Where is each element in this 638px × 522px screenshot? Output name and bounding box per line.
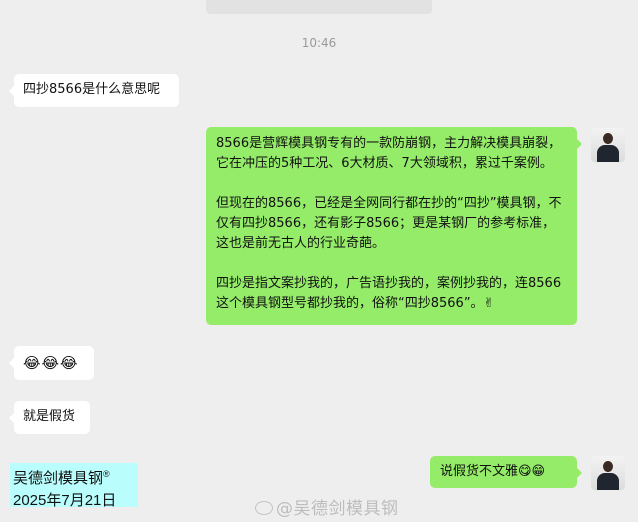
author-caption: 吴德剑模具钢® 2025年7月21日 bbox=[10, 463, 138, 509]
message-paragraph: 四抄是指文案抄我的，广告语抄我的，案例抄我的，连8566这个模具钢型号都抄我的，… bbox=[216, 276, 562, 311]
message-paragraph: 但现在的8566，已经是全网同行都在抄的“四抄”模具钢，不仅有四抄8566，还有… bbox=[216, 196, 562, 251]
caption-name: 吴德剑模具钢® bbox=[13, 469, 110, 487]
message-paragraph: 8566是营辉模具钢专有的一款防崩钢，主力解决模具崩裂，它在冲压的5种工况、6大… bbox=[216, 136, 562, 171]
received-message-bubble[interactable]: 四抄8566是什么意思呢 bbox=[9, 74, 179, 107]
previous-message-edge bbox=[206, 0, 432, 14]
message-text: 说假货不文雅😋😁 bbox=[440, 464, 546, 479]
user-avatar[interactable] bbox=[591, 128, 625, 162]
received-message-bubble[interactable]: 😂😂😂 bbox=[9, 346, 94, 380]
received-message-bubble[interactable]: 就是假货 bbox=[9, 401, 90, 434]
message-text: 四抄8566是什么意思呢 bbox=[23, 82, 161, 97]
sent-message-bubble[interactable]: 说假货不文雅😋😁 bbox=[430, 456, 582, 488]
message-text: 就是假货 bbox=[23, 409, 76, 424]
caption-date: 2025年7月21日 bbox=[13, 492, 117, 509]
watermark-text: @吴德剑模具钢 bbox=[276, 499, 399, 519]
user-avatar[interactable] bbox=[591, 456, 625, 490]
message-timestamp: 10:46 bbox=[301, 36, 337, 50]
registered-mark: ® bbox=[103, 469, 110, 479]
sent-message-bubble[interactable]: 8566是营辉模具钢专有的一款防崩钢，主力解决模具崩裂，它在冲压的5种工况、6大… bbox=[206, 127, 582, 325]
weibo-icon bbox=[255, 501, 273, 515]
laughing-emoji: 😂😂😂 bbox=[23, 354, 79, 372]
watermark: @吴德剑模具钢 bbox=[255, 494, 399, 519]
